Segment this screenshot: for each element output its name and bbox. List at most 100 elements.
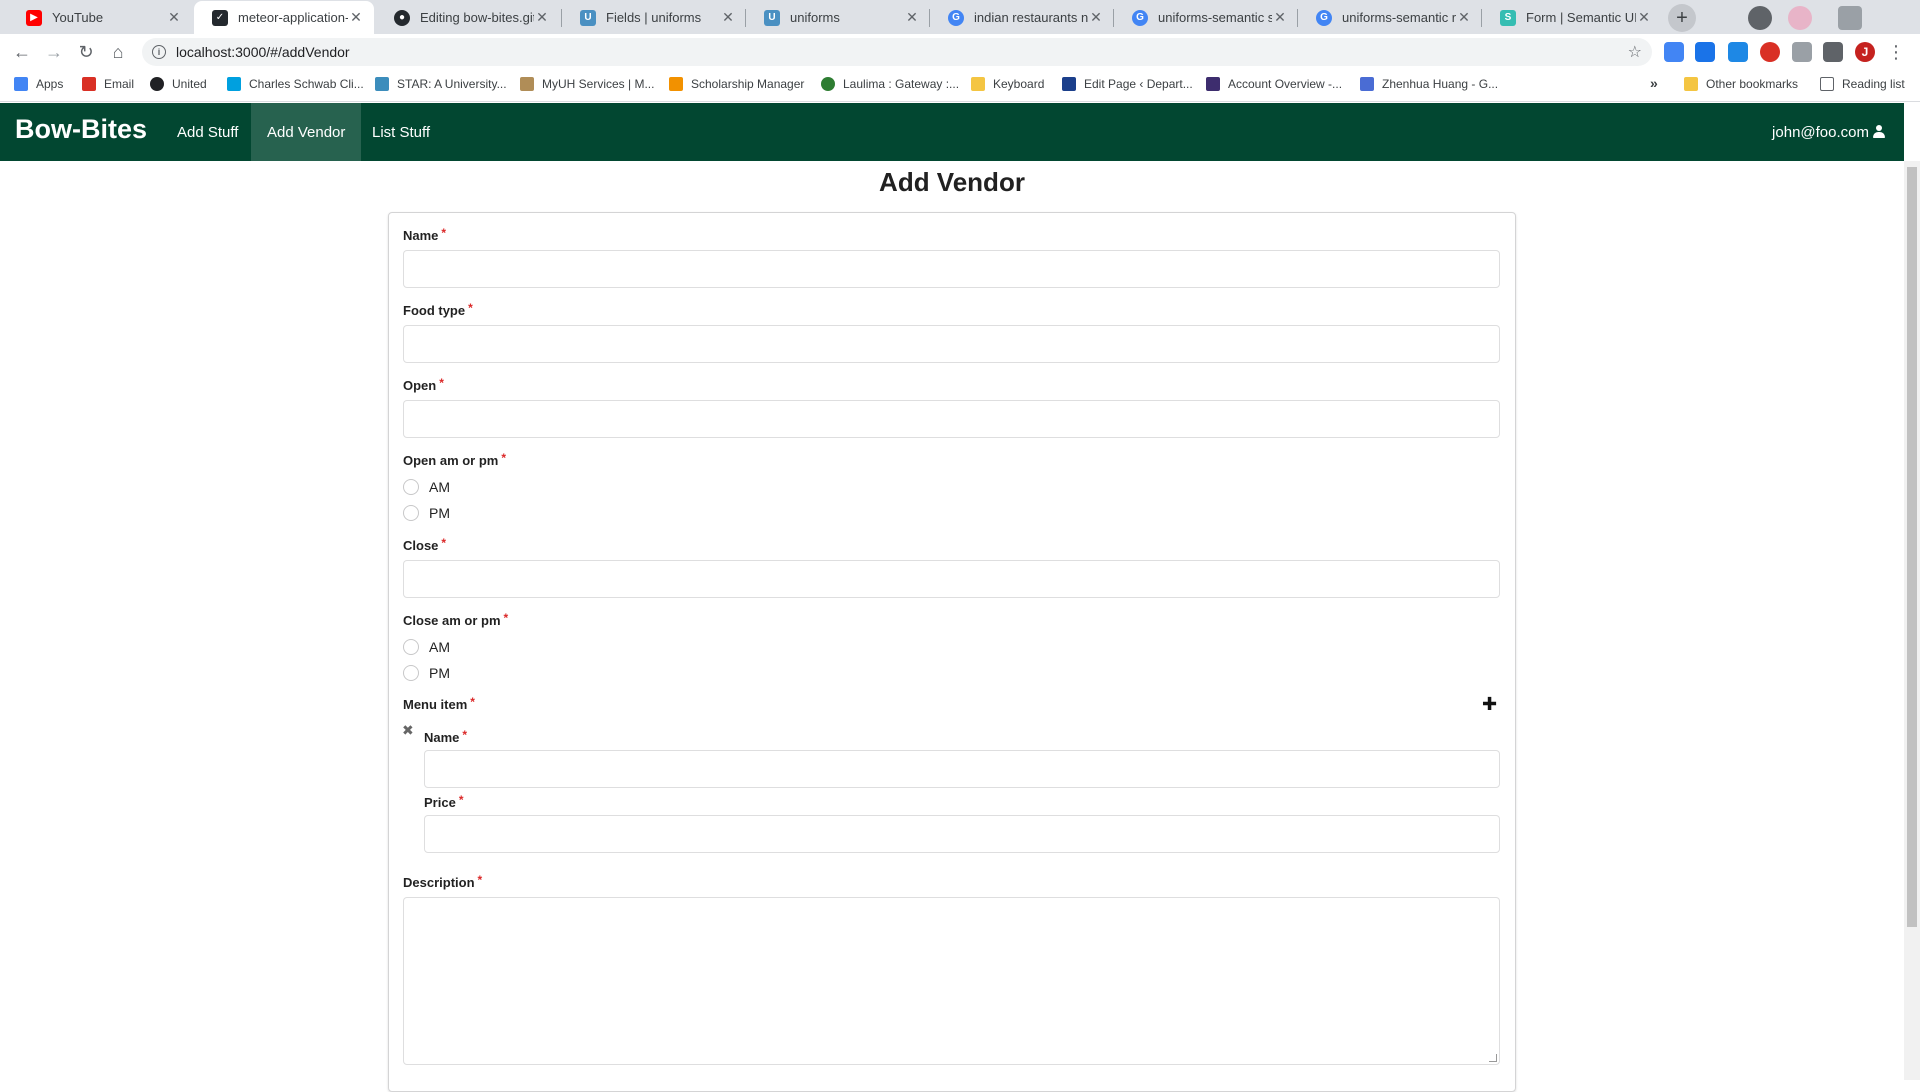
add-menu-item-icon[interactable]: ✚: [1482, 694, 1497, 715]
tab-uniforms[interactable]: U uniforms ✕: [746, 1, 930, 34]
close-label: Close *: [403, 536, 447, 553]
close-icon[interactable]: ✕: [1636, 9, 1652, 26]
tab-form-semantic-ui[interactable]: S Form | Semantic UI ✕: [1482, 1, 1662, 34]
scholar-cap-icon: [1360, 77, 1374, 91]
reload-icon[interactable]: ↻: [74, 40, 98, 64]
google-icon: G: [1316, 9, 1332, 26]
radio-circle[interactable]: [403, 479, 419, 495]
bookmark-label: United: [172, 77, 207, 91]
bookmark-united[interactable]: United: [150, 77, 207, 91]
name-label: Name *: [403, 226, 447, 243]
tab-title: Fields | uniforms: [606, 10, 702, 25]
translate-extension-icon[interactable]: [1664, 42, 1684, 62]
open-am-radio[interactable]: AM: [403, 479, 450, 495]
nav-list-stuff[interactable]: List Stuff: [356, 103, 446, 161]
user-email: john@foo.com: [1772, 123, 1869, 141]
page-scrollbar[interactable]: [1904, 161, 1920, 1080]
bookmark-apps[interactable]: Apps: [14, 77, 63, 91]
profile-avatar[interactable]: J: [1855, 42, 1875, 62]
bookmark-scholarship-manager[interactable]: Scholarship Manager: [669, 77, 804, 91]
food-type-input[interactable]: [403, 325, 1500, 363]
back-icon[interactable]: ←: [10, 40, 34, 64]
close-input[interactable]: [403, 560, 1500, 598]
address-bar[interactable]: i localhost:3000/#/addVendor ☆: [142, 38, 1652, 66]
menu-price-input[interactable]: [424, 815, 1500, 853]
app-navbar: Bow-Bites Add Stuff Add Vendor List Stuf…: [0, 103, 1904, 161]
tab-fields-uniforms[interactable]: U Fields | uniforms ✕: [562, 1, 746, 34]
radio-label: PM: [429, 665, 450, 681]
bookmark-email[interactable]: Email: [82, 77, 134, 91]
download-extension-icon[interactable]: [1695, 42, 1715, 62]
radio-circle[interactable]: [403, 665, 419, 681]
user-menu[interactable]: john@foo.com: [1772, 103, 1886, 161]
tab-uniforms-semantic-rac[interactable]: G uniforms-semantic rac ✕: [1298, 1, 1482, 34]
remove-menu-item-icon[interactable]: ✖: [402, 722, 414, 739]
close-pm-radio[interactable]: PM: [403, 665, 450, 681]
google-icon: G: [948, 9, 964, 26]
bookmark-other-bookmarks[interactable]: Other bookmarks: [1684, 77, 1798, 91]
close-icon[interactable]: ✕: [904, 9, 920, 26]
bookmark-edit-page[interactable]: Edit Page ‹ Depart...: [1062, 77, 1193, 91]
close-icon[interactable]: ✕: [1088, 9, 1104, 26]
bookmark-laulima[interactable]: Laulima : Gateway :...: [821, 77, 959, 91]
cast-extension-icon[interactable]: [1792, 42, 1812, 62]
description-textarea[interactable]: [403, 897, 1500, 1065]
tab-editing-bow-bites[interactable]: ● Editing bow-bites.gith ✕: [376, 1, 560, 34]
close-icon[interactable]: ✕: [1456, 9, 1472, 26]
scrollbar-thumb[interactable]: [1907, 167, 1917, 927]
tab-youtube[interactable]: ▶ YouTube ✕: [8, 1, 192, 34]
close-icon[interactable]: ✕: [720, 9, 736, 26]
forward-icon[interactable]: →: [42, 40, 66, 64]
leaf-icon: [821, 77, 835, 91]
address-url[interactable]: localhost:3000/#/addVendor: [176, 44, 350, 60]
food-type-label: Food type *: [403, 301, 473, 318]
folder-icon: [971, 77, 985, 91]
close-am-radio[interactable]: AM: [403, 639, 450, 655]
menu-kebab-icon[interactable]: ⋮: [1884, 40, 1908, 64]
close-icon[interactable]: ✕: [1272, 9, 1288, 26]
open-label: Open *: [403, 376, 444, 393]
brand-logo[interactable]: Bow-Bites: [15, 114, 147, 145]
adblock-extension-icon[interactable]: [1760, 42, 1780, 62]
window-control-icon[interactable]: [1838, 6, 1862, 30]
bookmark-keyboard[interactable]: Keyboard: [971, 77, 1044, 91]
tab-uniforms-semantic-sw[interactable]: G uniforms-semantic sw ✕: [1114, 1, 1298, 34]
bookmark-star[interactable]: STAR: A University...: [375, 77, 507, 91]
nav-add-vendor[interactable]: Add Vendor: [251, 103, 362, 161]
menu-name-label: Name *: [424, 728, 468, 745]
tab-indian-restaurants[interactable]: G indian restaurants nea ✕: [930, 1, 1114, 34]
tab-search-icon[interactable]: [1748, 6, 1772, 30]
home-icon[interactable]: ⌂: [106, 40, 130, 64]
close-icon[interactable]: ✕: [534, 9, 550, 26]
bookmarks-overflow-icon[interactable]: »: [1650, 75, 1658, 91]
menu-name-input[interactable]: [424, 750, 1500, 788]
bookmark-myuh[interactable]: MyUH Services | M...: [520, 77, 654, 91]
bookmark-account-overview[interactable]: Account Overview -...: [1206, 77, 1342, 91]
radio-circle[interactable]: [403, 639, 419, 655]
close-icon[interactable]: ✕: [348, 9, 364, 26]
open-pm-radio[interactable]: PM: [403, 505, 450, 521]
nav-add-stuff[interactable]: Add Stuff: [161, 103, 254, 161]
reading-list-button[interactable]: Reading list: [1820, 77, 1905, 91]
bookmark-label: Apps: [36, 77, 64, 91]
github-icon: ●: [394, 9, 410, 26]
site-info-icon[interactable]: i: [152, 45, 166, 59]
bookmark-zhenhua-huang[interactable]: Zhenhua Huang - G...: [1360, 77, 1498, 91]
new-tab-button[interactable]: +: [1668, 4, 1696, 32]
semantic-ui-icon: S: [1500, 9, 1516, 26]
page-title: Add Vendor: [879, 167, 1025, 197]
name-input[interactable]: [403, 250, 1500, 288]
uniforms-icon: U: [764, 9, 780, 26]
uniforms-icon: U: [580, 9, 596, 26]
radio-circle[interactable]: [403, 505, 419, 521]
bookmark-star-icon[interactable]: ☆: [1628, 42, 1642, 62]
extension-badge-icon[interactable]: [1728, 42, 1748, 62]
browser-toolbar: ← → ↻ ⌂ i localhost:3000/#/addVendor ☆ J…: [0, 34, 1920, 70]
github-icon: ✓: [212, 9, 228, 26]
bookmark-charles-schwab[interactable]: Charles Schwab Cli...: [227, 77, 364, 91]
open-input[interactable]: [403, 400, 1500, 438]
puzzle-extensions-icon[interactable]: [1823, 42, 1843, 62]
close-icon[interactable]: ✕: [166, 9, 182, 26]
resize-grip-icon[interactable]: [1489, 1054, 1497, 1062]
tab-meteor-application[interactable]: ✓ meteor-application-te ✕: [194, 1, 374, 34]
